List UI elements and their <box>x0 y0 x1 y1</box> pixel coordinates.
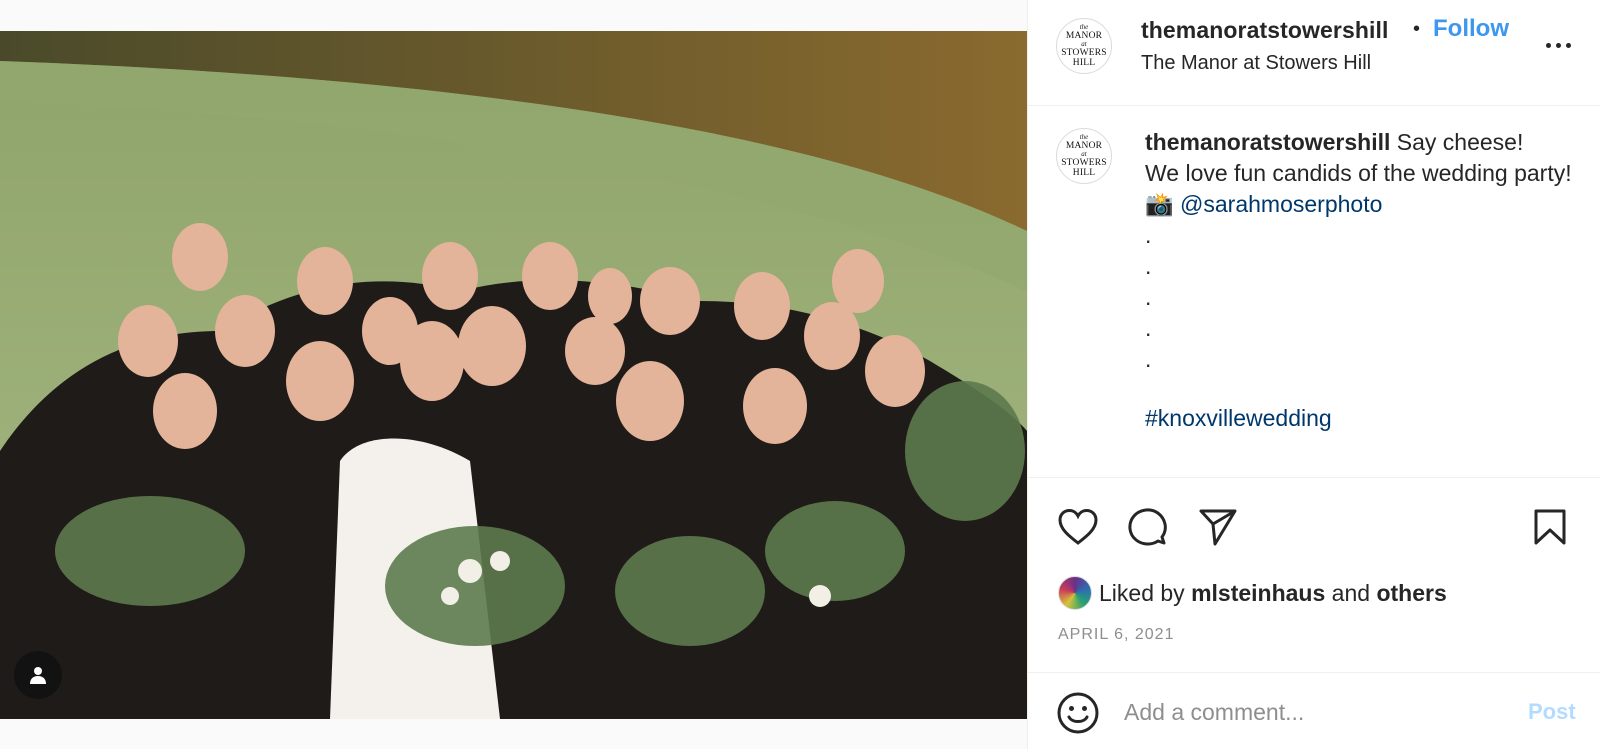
emoji-button[interactable] <box>1056 691 1100 735</box>
heart-icon <box>1058 508 1098 545</box>
comment-input[interactable] <box>1124 691 1504 733</box>
caption-text: themanoratstowershill Say cheese! We lov… <box>1145 127 1575 434</box>
comment-button[interactable] <box>1125 505 1169 549</box>
post-comment-button[interactable]: Post <box>1528 699 1576 725</box>
caption-dot: . <box>1145 222 1152 248</box>
post-username[interactable]: themanoratstowershill <box>1141 17 1389 44</box>
wedding-party-photo <box>0 31 1027 719</box>
share-button[interactable] <box>1196 505 1240 549</box>
more-horizontal-icon <box>1545 42 1551 48</box>
caption-avatar[interactable]: the MANOR at STOWERS HILL <box>1056 128 1112 184</box>
likes-summary: Liked by mlsteinhaus and others <box>1058 575 1447 611</box>
follow-button[interactable]: Follow <box>1433 15 1509 43</box>
post-side-panel: the MANOR at STOWERS HILL themanoratstow… <box>1027 0 1600 749</box>
save-button[interactable] <box>1528 505 1572 549</box>
likes-prefix: Liked by <box>1099 579 1185 606</box>
avatar-logo-text: STOWERS <box>1061 158 1107 168</box>
avatar-logo-text: the <box>1079 133 1089 141</box>
smiley-icon <box>1057 692 1099 734</box>
more-horizontal-icon <box>1565 42 1571 48</box>
person-tag-icon <box>30 667 46 684</box>
post-date[interactable]: APRIL 6, 2021 <box>1058 626 1174 644</box>
avatar-logo-text: HILL <box>1072 168 1096 178</box>
likes-others-link[interactable]: others <box>1376 580 1446 607</box>
like-button[interactable] <box>1056 505 1100 549</box>
comment-bubble-icon <box>1128 508 1167 546</box>
avatar-logo-text: at <box>1081 40 1087 48</box>
separator-dot: • <box>1413 18 1421 40</box>
media-area <box>0 0 1027 749</box>
avatar-logo-text: the <box>1079 23 1089 31</box>
post-photo[interactable] <box>0 31 1027 719</box>
avatar-logo-text: at <box>1081 150 1087 158</box>
caption-dot: . <box>1145 284 1152 310</box>
tag-people-button[interactable] <box>14 651 62 699</box>
bookmark-icon <box>1534 509 1566 545</box>
more-options-button[interactable] <box>1541 30 1575 60</box>
profile-avatar[interactable]: the MANOR at STOWERS HILL <box>1056 18 1112 74</box>
caption-line: Say cheese! <box>1396 129 1524 155</box>
mention-link[interactable]: @sarahmoserphoto <box>1180 191 1382 217</box>
avatar-logo-text: HILL <box>1072 58 1096 68</box>
caption-dot: . <box>1145 315 1152 341</box>
liker-username[interactable]: mlsteinhaus <box>1191 580 1325 607</box>
hashtag-link[interactable]: #knoxvillewedding <box>1145 403 1575 434</box>
more-horizontal-icon <box>1555 42 1561 48</box>
likes-conjunction: and <box>1331 579 1371 606</box>
comment-bar: Post <box>1028 672 1600 749</box>
post-header: the MANOR at STOWERS HILL themanoratstow… <box>1028 0 1600 106</box>
caption-dot: . <box>1145 346 1152 372</box>
caption-username[interactable]: themanoratstowershill <box>1145 129 1390 155</box>
camera-emoji: 📸 <box>1145 191 1174 217</box>
paper-plane-icon <box>1199 509 1237 546</box>
liker-avatar[interactable] <box>1058 576 1092 610</box>
action-bar <box>1028 500 1600 560</box>
caption-section: the MANOR at STOWERS HILL themanoratstow… <box>1028 106 1600 478</box>
caption-dot: . <box>1145 253 1152 279</box>
avatar-logo-text: STOWERS <box>1061 48 1107 58</box>
caption-line: We love fun candids of the wedding party… <box>1145 160 1572 186</box>
post-location[interactable]: The Manor at Stowers Hill <box>1141 52 1371 75</box>
